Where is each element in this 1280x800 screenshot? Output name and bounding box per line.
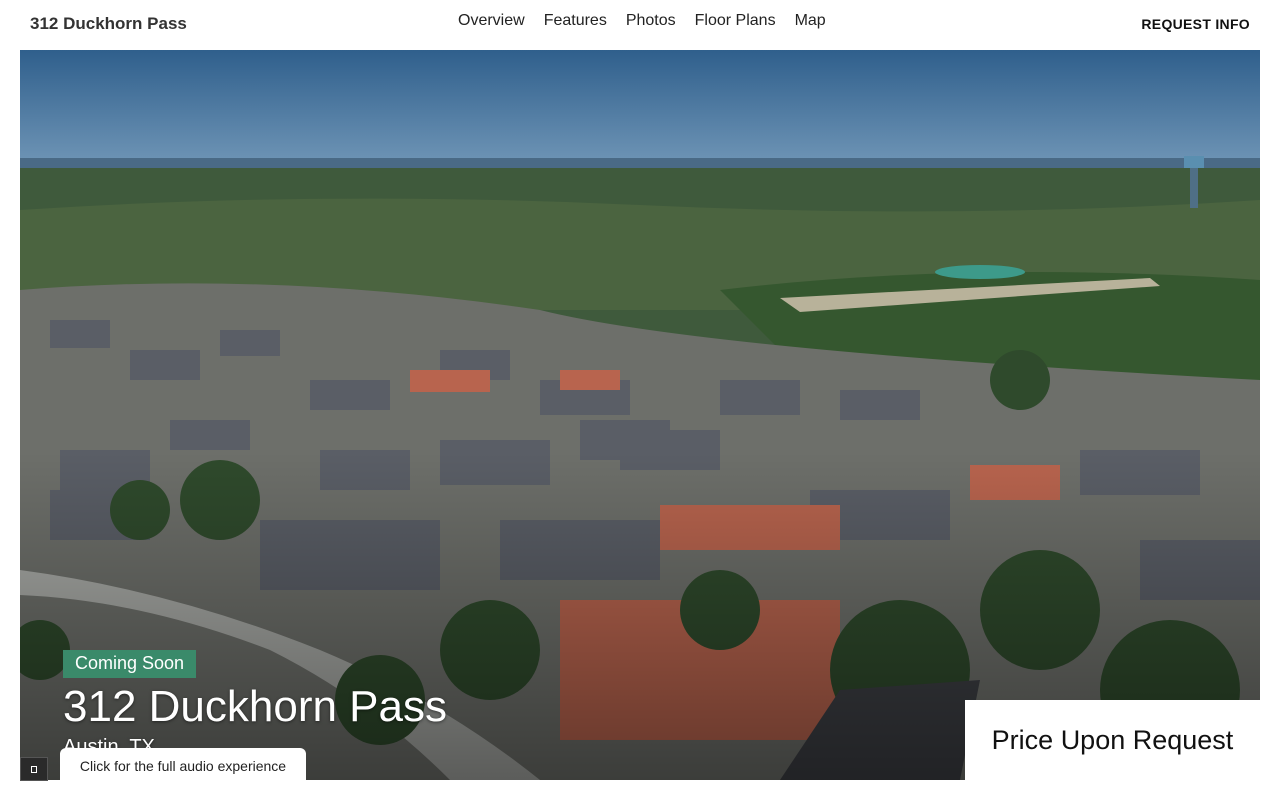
main-nav: Overview Features Photos Floor Plans Map: [458, 12, 845, 30]
nav-floor-plans[interactable]: Floor Plans: [695, 12, 776, 30]
price-panel: Price Upon Request: [965, 700, 1260, 780]
speaker-icon: [31, 765, 37, 773]
top-navigation: 312 Duckhorn Pass Overview Features Phot…: [0, 0, 1280, 50]
brand-title[interactable]: 312 Duckhorn Pass: [30, 14, 187, 34]
price-label: Price Upon Request: [991, 724, 1234, 755]
nav-photos[interactable]: Photos: [626, 12, 676, 30]
audio-hint-label: Click for the full audio experience: [79, 758, 287, 774]
listing-title: 312 Duckhorn Pass: [63, 682, 447, 731]
hero-image: Coming Soon 312 Duckhorn Pass Austin, TX…: [20, 50, 1260, 780]
aerial-neighborhood-photo: [20, 50, 1260, 780]
status-badge: Coming Soon: [63, 650, 197, 678]
nav-overview[interactable]: Overview: [458, 12, 525, 30]
nav-map[interactable]: Map: [795, 12, 826, 30]
audio-hint-tooltip[interactable]: Click for the full audio experience: [60, 748, 306, 784]
sound-toggle-icon[interactable]: [20, 757, 48, 781]
nav-features[interactable]: Features: [544, 12, 607, 30]
request-info-button[interactable]: REQUEST INFO: [1141, 16, 1250, 32]
